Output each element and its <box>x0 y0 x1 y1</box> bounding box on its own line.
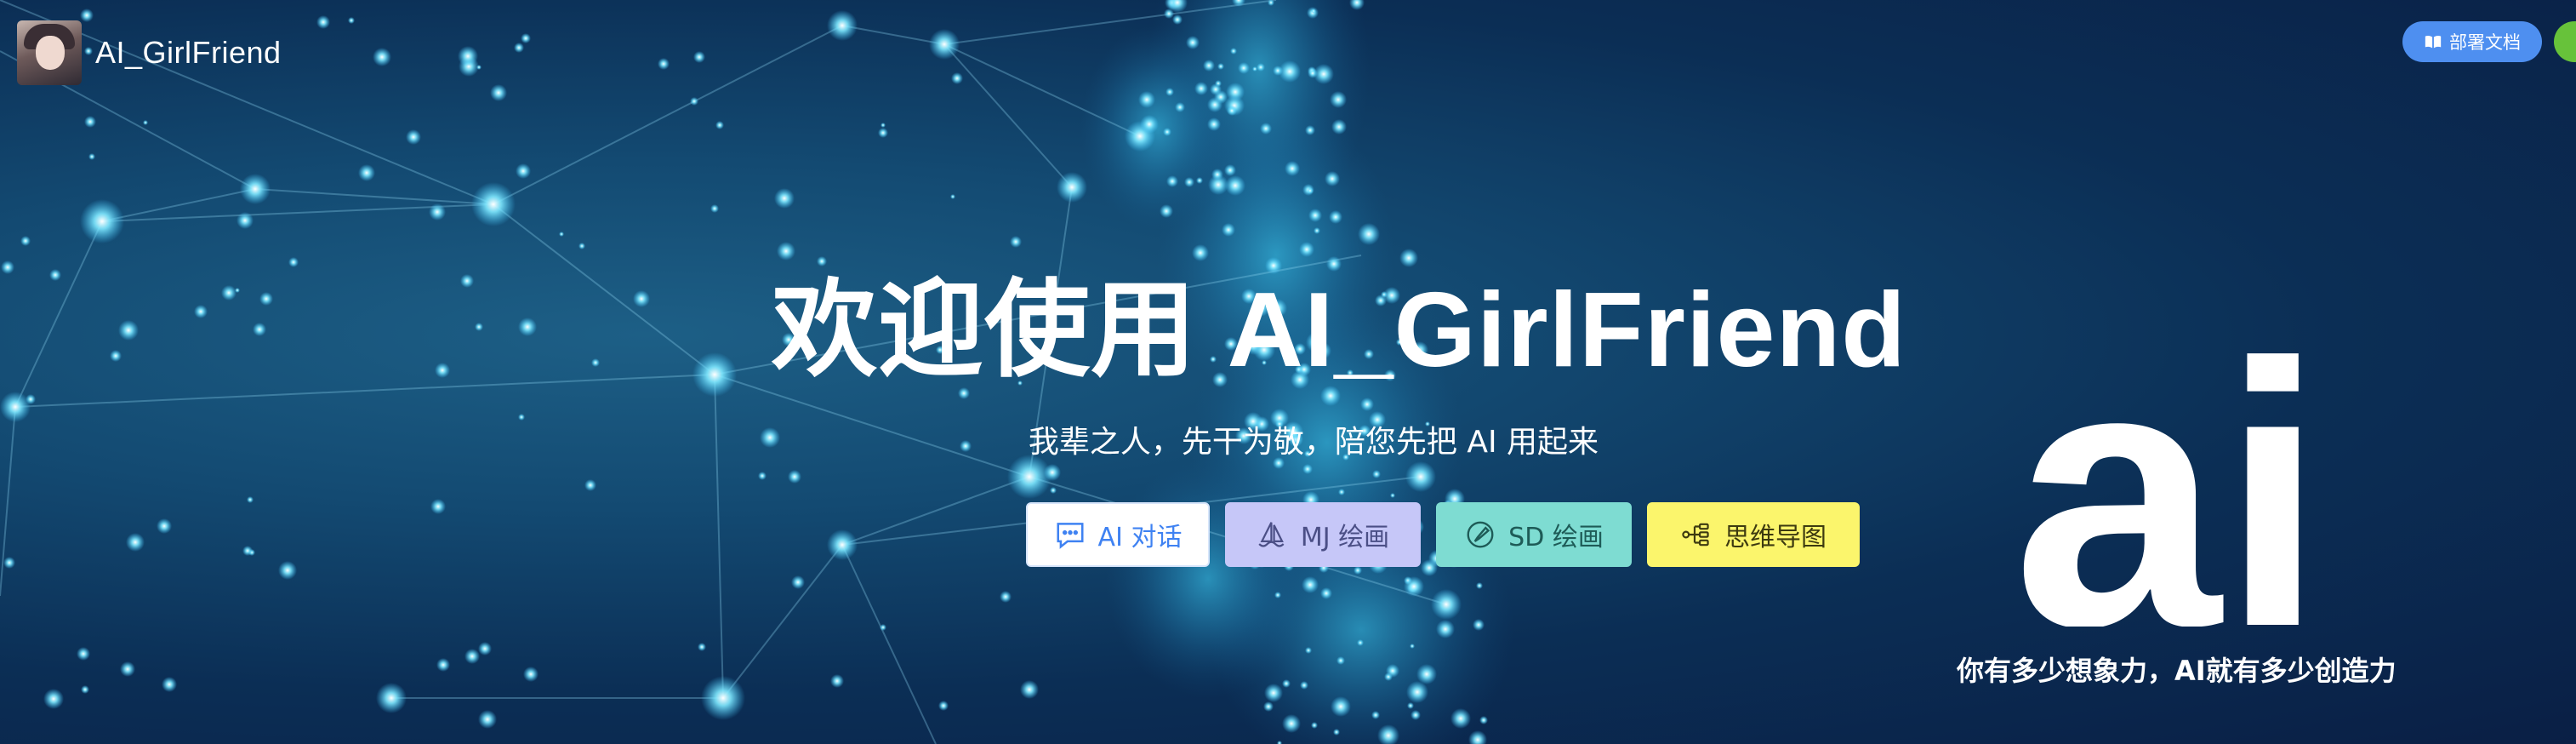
deploy-docs-label: 部署文档 <box>2449 32 2521 53</box>
sd-drawing-button[interactable]: SD 绘画 <box>1436 502 1632 567</box>
ai-logo-graphic: ai <box>2016 303 2322 627</box>
feature-buttons: AI 对话 MJ 绘画 SD 绘画 思维导图 <box>1026 502 1860 567</box>
ai-chat-label: AI 对话 <box>1097 523 1183 552</box>
brand-logo[interactable]: AI_GirlFriend <box>17 20 282 85</box>
ai-logo-text: ai <box>2016 303 2322 627</box>
mindmap-icon <box>1682 523 1709 547</box>
sd-drawing-label: SD 绘画 <box>1508 523 1604 552</box>
mind-map-button[interactable]: 思维导图 <box>1647 502 1860 567</box>
deploy-docs-button[interactable]: 部署文档 <box>2402 21 2542 62</box>
mind-map-label: 思维导图 <box>1724 523 1827 552</box>
brush-icon <box>1467 521 1494 548</box>
chat-icon <box>1057 523 1084 549</box>
brand-name: AI_GirlFriend <box>95 35 282 70</box>
avatar <box>17 20 82 85</box>
book-icon <box>2425 35 2442 49</box>
mj-drawing-label: MJ 绘画 <box>1300 523 1390 552</box>
ai-slogan: 你有多少想象力，AI就有多少创造力 <box>1957 655 2396 687</box>
ai-chat-button[interactable]: AI 对话 <box>1026 502 1210 567</box>
landing-page: AI_GirlFriend 部署文档 欢迎使用 AI_GirlFriend 我辈… <box>0 0 2576 744</box>
mj-drawing-button[interactable]: MJ 绘画 <box>1225 502 1421 567</box>
sailboat-icon <box>1258 522 1285 547</box>
